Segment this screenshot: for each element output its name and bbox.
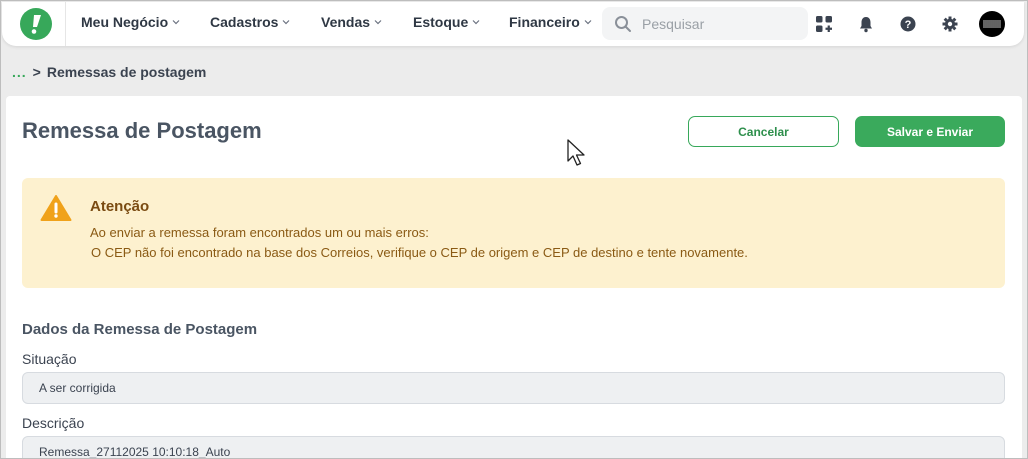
nav-label: Vendas [321,14,371,30]
search-input[interactable] [642,15,792,32]
warning-icon [40,195,72,221]
breadcrumb-ellipsis[interactable]: ... [12,64,27,80]
content-card: Remessa de Postagem Cancelar Salvar e En… [6,96,1022,459]
logo-area [2,2,66,46]
descricao-field[interactable]: Remessa_27112025 10:10:18_Auto [22,436,1005,459]
cancel-button[interactable]: Cancelar [688,116,839,147]
nav-label: Estoque [413,14,469,30]
descricao-value: Remessa_27112025 10:10:18_Auto [39,445,231,459]
help-icon[interactable]: ? [899,15,917,33]
breadcrumb-separator: > [32,64,41,80]
search-box[interactable] [602,7,808,40]
descricao-label: Descrição [22,415,85,431]
nav-estoque[interactable]: Estoque [413,14,480,30]
exclamation-logo-icon [31,15,41,34]
chevron-down-icon [472,20,480,25]
page-title: Remessa de Postagem [22,118,262,143]
chevron-down-icon [283,20,290,25]
avatar[interactable] [979,11,1005,37]
save-and-send-button[interactable]: Salvar e Enviar [855,116,1005,147]
chevron-down-icon [374,20,382,25]
svg-text:?: ? [905,19,912,31]
breadcrumb: ... > Remessas de postagem [12,64,206,80]
alert-title: Atenção [90,198,150,215]
nav-financeiro[interactable]: Financeiro [509,14,592,30]
nav-label: Cadastros [210,14,279,30]
nav-meu-negocio[interactable]: Meu Negócio [81,14,180,30]
bell-icon[interactable] [857,15,875,33]
mouse-cursor-icon [567,139,585,166]
chevron-down-icon [584,20,592,25]
nav-vendas[interactable]: Vendas [321,14,382,30]
situacao-label: Situação [22,351,77,367]
search-icon [615,15,631,32]
gear-icon[interactable] [941,15,959,33]
top-navigation-bar: Meu Negócio Cadastros Vendas Estoque Fin… [2,2,1024,46]
section-title: Dados da Remessa de Postagem [22,321,258,338]
app-logo[interactable] [20,8,52,40]
avatar-logo-icon [983,20,1001,28]
situacao-field[interactable]: A ser corrigida [22,372,1005,404]
nav-label: Meu Negócio [81,14,169,30]
apps-icon[interactable] [815,15,833,33]
warning-alert: Atenção Ao enviar a remessa foram encont… [22,178,1005,288]
alert-message-line-1: Ao enviar a remessa foram encontrados um… [90,225,429,240]
situacao-value: A ser corrigida [39,381,116,395]
alert-message-line-2: O CEP não foi encontrado na base dos Cor… [91,245,748,260]
nav-label: Financeiro [509,14,580,30]
nav-cadastros[interactable]: Cadastros [210,14,290,30]
breadcrumb-current: Remessas de postagem [46,64,207,80]
chevron-down-icon [172,20,180,25]
